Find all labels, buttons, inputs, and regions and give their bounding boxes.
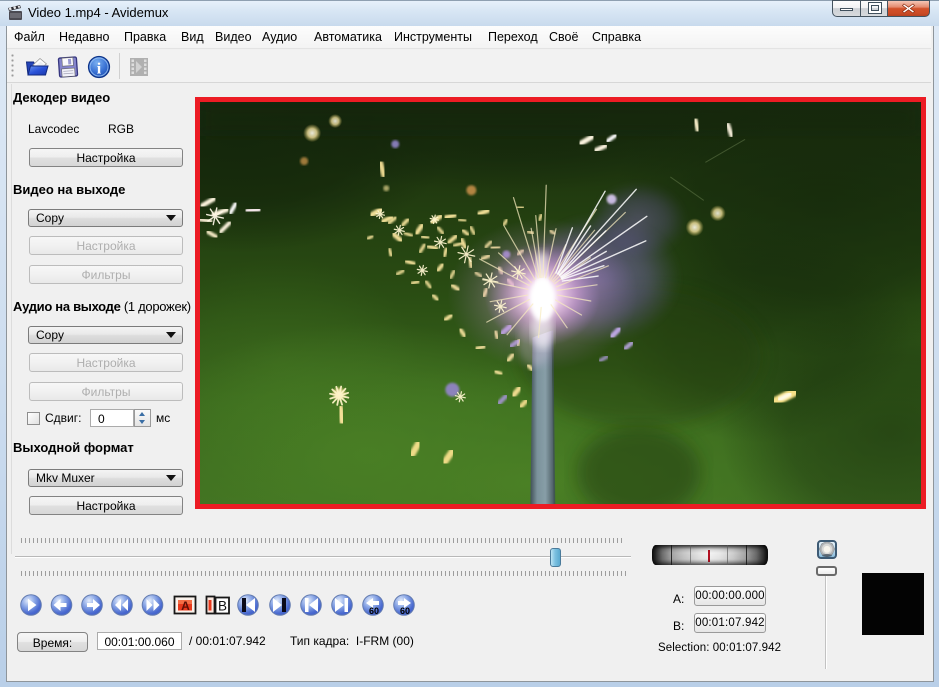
svg-text:A: A: [181, 599, 190, 613]
svg-text:60: 60: [369, 606, 379, 616]
svg-text:B: B: [218, 599, 227, 614]
svg-text:60: 60: [400, 606, 410, 616]
svg-text:i: i: [97, 61, 102, 78]
